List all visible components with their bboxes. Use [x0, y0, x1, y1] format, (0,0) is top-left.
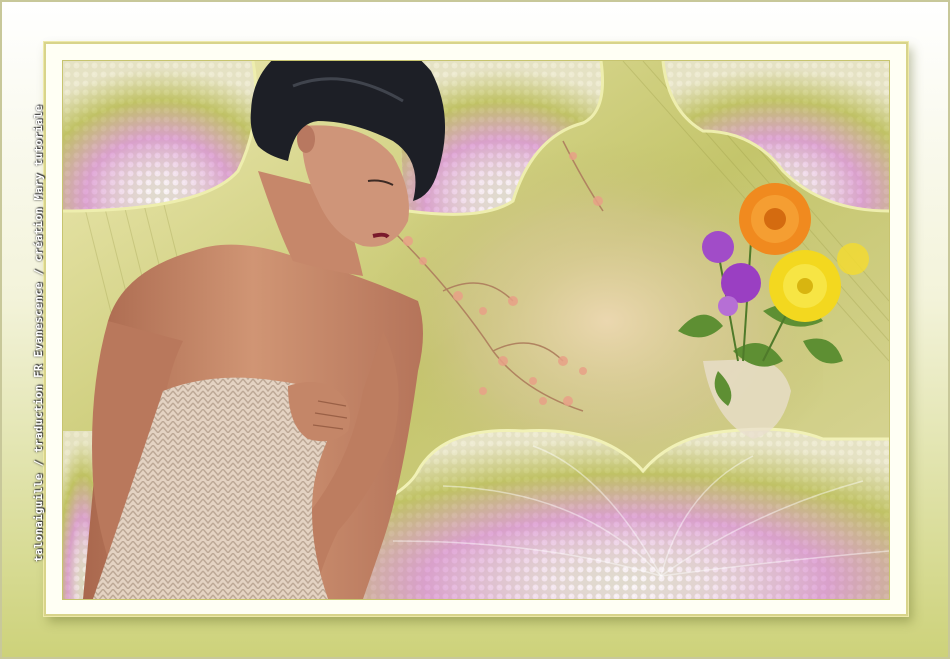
artwork-svg: [63, 61, 889, 599]
canvas: talonaiguille / traduction FR Evanescenc…: [0, 0, 950, 659]
artwork: [62, 60, 890, 600]
signature-text: talonaiguille / traduction FR Evanescenc…: [32, 104, 46, 562]
bottom-petals: [362, 427, 889, 599]
artist-signature: talonaiguille / traduction FR Evanescenc…: [29, 104, 49, 561]
